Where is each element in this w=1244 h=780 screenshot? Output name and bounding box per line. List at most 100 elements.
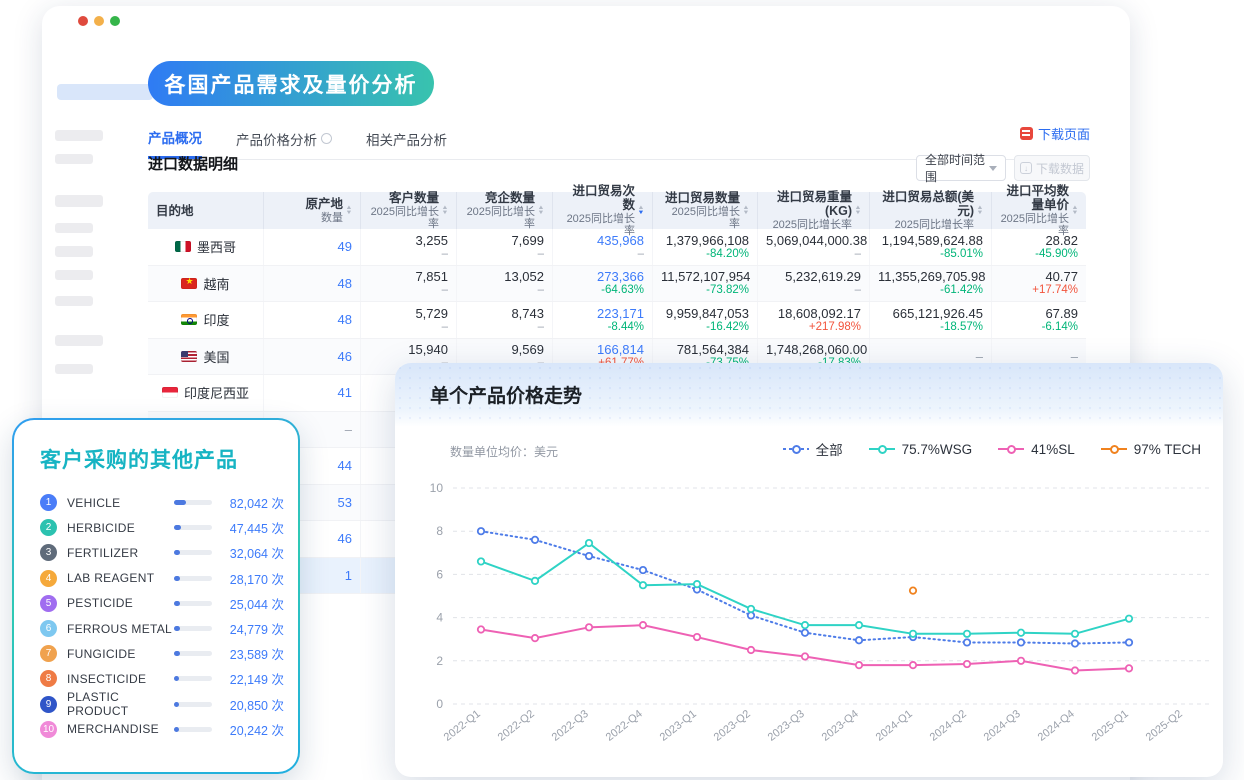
growth-value: +17.74% [1000,284,1078,297]
destination-cell: 印度尼西亚 [148,375,263,411]
column-header-1[interactable]: 原产地数量▲▼ [263,192,360,229]
sort-arrows-icon[interactable]: ▲▼ [743,206,749,216]
sort-arrows-icon[interactable]: ▲▼ [638,206,644,216]
cell-value: 67.89 [1000,306,1078,321]
window-control-dot[interactable] [94,16,104,26]
download-page-button[interactable]: 下载页面 [1020,124,1090,143]
flag-icon [181,278,197,289]
trade-count-link[interactable]: 223,171 [561,306,644,321]
svg-text:2: 2 [436,654,443,668]
product-name: FERROUS METAL [67,622,174,636]
skeleton-bar [55,270,93,280]
tab-1[interactable]: 产品价格分析 [236,127,332,159]
column-label: 进口贸易总额(美元) [878,190,974,218]
origin-count-link[interactable]: 48 [272,312,352,327]
purchase-count: 20,242 次 [222,720,284,739]
column-header-7[interactable]: 进口贸易总额(美元)2025同比增长率▲▼ [869,192,991,229]
cell-value: 18,608,092.17 [766,306,861,321]
data-cell: 273,366-64.63% [552,266,652,302]
growth-value: – [369,248,448,261]
other-products-inner: 客户采购的其他产品 1VEHICLE82,042 次2HERBICIDE47,4… [14,420,298,772]
origin-count-link[interactable]: 46 [272,349,352,364]
product-name: VEHICLE [67,496,174,510]
data-cell: 1,194,589,624.88-85.01% [869,229,991,265]
download-data-button[interactable]: ↓ 下载数据 [1014,155,1090,181]
trade-count-link[interactable]: 273,366 [561,269,644,284]
download-icon: ↓ [1020,162,1032,174]
page-icon [1020,127,1033,140]
svg-text:2023-Q1: 2023-Q1 [658,708,699,744]
tab-2[interactable]: 相关产品分析 [366,127,447,159]
legend-label: 75.7%WSG [902,442,973,457]
trade-count-link[interactable]: 166,814 [561,342,644,357]
legend-line-icon [998,448,1024,450]
price-unit-caption: 数量单位均价：美元 [450,443,558,460]
product-name: LAB REAGENT [67,571,174,585]
skeleton-bar [55,195,103,207]
country-name: 印度尼西亚 [184,383,249,402]
sort-arrows-icon[interactable]: ▲▼ [346,206,352,216]
trade-count-link[interactable]: 435,968 [561,233,644,248]
product-list-item[interactable]: 10MERCHANDISE20,242 次 [34,717,284,742]
cell-value: 1,748,268,060.00 [766,342,861,357]
rank-badge: 4 [40,570,57,587]
skeleton-bar [55,246,93,257]
tab-label: 产品概况 [148,127,202,147]
time-range-select[interactable]: 全部时间范围 [916,155,1006,181]
mini-bar [174,702,212,707]
column-header-4[interactable]: 进口贸易次数2025同比增长率▲▼ [552,192,652,229]
mini-bar [174,676,212,681]
svg-text:2022-Q3: 2022-Q3 [550,708,591,744]
origin-count-link[interactable]: 41 [272,385,352,400]
other-products-title: 客户采购的其他产品 [40,444,284,474]
data-cell: 28.82-45.90% [991,229,1086,265]
data-cell: 7,851– [360,266,456,302]
product-name: HERBICIDE [67,521,174,535]
column-header-3[interactable]: 竞企数量2025同比增长率▲▼ [456,192,552,229]
origin-count-link[interactable]: 48 [272,276,352,291]
mini-bar [174,651,212,656]
product-list-item[interactable]: 9PLASTIC PRODUCT20,850 次 [34,692,284,717]
purchase-count: 24,779 次 [222,619,284,638]
product-list-item[interactable]: 3FERTILIZER32,064 次 [34,540,284,565]
growth-value: – [465,284,544,297]
sort-arrows-icon[interactable]: ▲▼ [855,206,861,216]
legend-item[interactable]: 75.7%WSG [869,442,973,457]
sort-arrows-icon[interactable]: ▲▼ [538,206,544,216]
sort-arrows-icon[interactable]: ▲▼ [442,206,448,216]
product-list-item[interactable]: 2HERBICIDE47,445 次 [34,515,284,540]
cell-value: 1,194,589,624.88 [878,233,983,248]
column-header-2[interactable]: 客户数量2025同比增长率▲▼ [360,192,456,229]
cell-value: 28.82 [1000,233,1078,248]
product-list-item[interactable]: 8INSECTICIDE22,149 次 [34,666,284,691]
column-header-8[interactable]: 进口平均数量单价2025同比增长率▲▼ [991,192,1086,229]
legend-item[interactable]: 全部 [783,439,843,459]
legend-label: 97% TECH [1134,442,1201,457]
window-control-dot[interactable] [78,16,88,26]
table-row: 墨西哥493,255–7,699–435,968–1,379,966,108-8… [148,229,1086,266]
column-header-5[interactable]: 进口贸易数量2025同比增长率▲▼ [652,192,757,229]
product-list-item[interactable]: 5PESTICIDE25,044 次 [34,591,284,616]
chevron-down-icon [989,166,997,171]
column-header-6[interactable]: 进口贸易重量(KG)2025同比增长率▲▼ [757,192,869,229]
data-cell: 5,729– [360,302,456,338]
product-list-item[interactable]: 7FUNGICIDE23,589 次 [34,641,284,666]
svg-text:2024-Q1: 2024-Q1 [874,708,915,744]
mini-bar [174,727,212,732]
origin-count-link[interactable]: 49 [272,239,352,254]
mini-bar [174,626,212,631]
product-list-item[interactable]: 4LAB REAGENT28,170 次 [34,566,284,591]
time-range-value: 全部时间范围 [925,151,989,185]
tab-label: 相关产品分析 [366,129,447,149]
download-page-label: 下载页面 [1038,124,1090,143]
product-list-item[interactable]: 1VEHICLE82,042 次 [34,490,284,515]
legend-item[interactable]: 97% TECH [1101,442,1201,457]
window-control-dot[interactable] [110,16,120,26]
product-list-item[interactable]: 6FERROUS METAL24,779 次 [34,616,284,641]
sort-arrows-icon[interactable]: ▲▼ [1072,206,1078,216]
destination-cell: 印度 [148,302,263,338]
legend-item[interactable]: 41%SL [998,442,1075,457]
cell-value: 7,699 [465,233,544,248]
sort-arrows-icon[interactable]: ▲▼ [977,206,983,216]
cell-value: – [878,349,983,364]
